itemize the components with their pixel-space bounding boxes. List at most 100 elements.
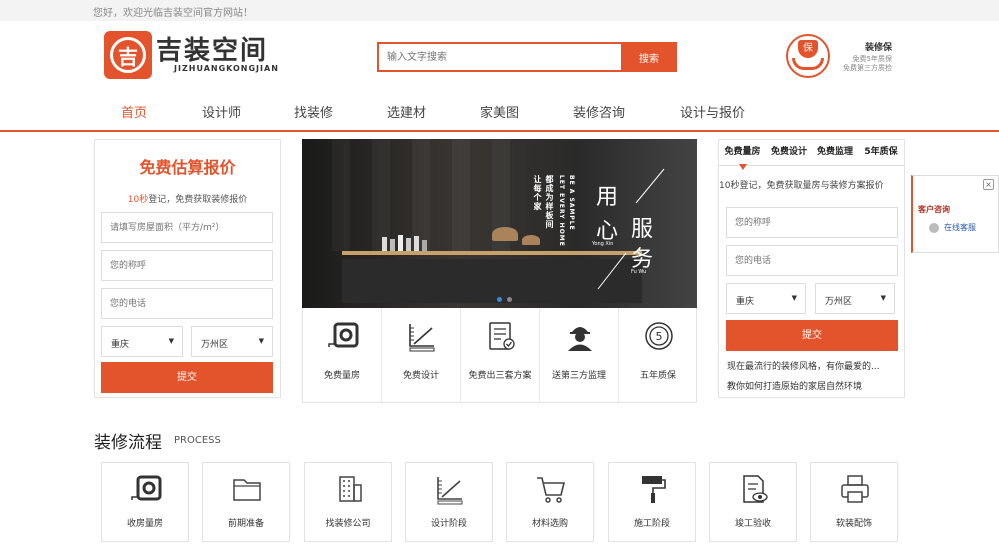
city-select[interactable]: 重庆 ▼ [726, 283, 806, 314]
tab-warranty[interactable]: 5年质保 [858, 140, 904, 165]
service-label: 送第三方监理 [551, 371, 606, 381]
process-step[interactable]: 找装修公司 [304, 462, 392, 542]
chat-icon [929, 223, 939, 233]
lamp-shade [522, 235, 540, 245]
carousel-dot[interactable] [507, 297, 512, 302]
active-tab-pointer [739, 164, 747, 170]
nav-find-decoration[interactable]: 找装修 [294, 102, 333, 121]
phone-input[interactable] [726, 245, 898, 276]
building-icon [339, 476, 362, 502]
customer-service-title: 客户咨询 [918, 205, 950, 214]
guarantee-icon: 保 [786, 34, 830, 78]
process-step[interactable]: 设计阶段 [405, 462, 493, 542]
process-step-label: 设计阶段 [430, 519, 467, 529]
logo-icon[interactable]: 吉 [104, 31, 152, 79]
wall-panel [372, 139, 390, 251]
process-step[interactable]: 竣工验收 [709, 462, 797, 542]
shield-icon: 保 [798, 40, 818, 58]
folder-icon [233, 479, 261, 501]
news-link[interactable]: 教你如何打造原始的家居自然环境 [727, 379, 902, 392]
process-step-label: 收房量房 [126, 519, 163, 529]
nav-designer[interactable]: 设计师 [202, 102, 241, 121]
city-value: 重庆 [736, 297, 755, 307]
book [382, 237, 387, 251]
measure-form-subtitle: 10秒登记，免费获取量房与装修方案报价 [719, 181, 884, 191]
district-select[interactable]: 万州区 ▼ [815, 283, 895, 314]
hero-banner[interactable]: 让每个家 都成为样板间 LET EVERY HOME BE A SAMPLE 用… [302, 139, 697, 308]
district-value: 万州区 [825, 297, 853, 307]
process-step-label: 材料选购 [531, 519, 568, 529]
city-value: 重庆 [111, 340, 130, 350]
measure-submit-button[interactable]: 提交 [726, 320, 898, 351]
service-five-year-warranty[interactable]: 5 五年质保 [619, 308, 698, 402]
top-bar: 您好，欢迎光临吉装空间官方网站！ [0, 0, 999, 21]
measure-form: 免费量房 免费设计 免费监理 5年质保 10秒登记，免费获取量房与装修方案报价 … [718, 139, 905, 398]
design-ruler-icon [409, 324, 435, 352]
city-select[interactable]: 重庆 ▼ [101, 326, 183, 357]
search-button[interactable]: 搜索 [621, 42, 677, 72]
search-input[interactable] [377, 42, 621, 72]
service-three-plans[interactable]: 免费出三套方案 [461, 308, 540, 402]
quote-form: 免费估算报价 10秒登记，免费获取装修报价 重庆 ▼ 万州区 ▼ 提交 [94, 139, 281, 398]
service-supervision[interactable]: 送第三方监理 [540, 308, 619, 402]
phone-input[interactable] [101, 288, 273, 319]
quote-form-title: 免费估算报价 [139, 158, 236, 177]
service-free-design[interactable]: 免费设计 [382, 308, 461, 402]
nav-gallery[interactable]: 家美图 [480, 102, 519, 121]
paint-roller-icon [642, 476, 666, 503]
tab-free-supervision[interactable]: 免费监理 [812, 140, 858, 165]
process-step-label: 前期准备 [227, 519, 264, 529]
tab-free-design[interactable]: 免费设计 [766, 140, 812, 165]
carousel-dot-active[interactable] [497, 297, 502, 302]
nav-consulting[interactable]: 装修咨询 [573, 102, 625, 121]
chevron-down-icon: ▼ [258, 337, 264, 345]
subtitle-highlight: 10秒 [127, 195, 149, 205]
online-service-label: 在线客服 [944, 223, 976, 232]
district-value: 万州区 [201, 340, 229, 350]
checklist-icon [489, 322, 515, 350]
service-label: 免费出三套方案 [468, 371, 532, 381]
service-label: 五年质保 [639, 371, 676, 381]
logo-name[interactable]: 吉装空间 [156, 30, 268, 67]
name-input[interactable] [101, 250, 273, 281]
printer-icon [841, 475, 869, 503]
process-step[interactable]: 施工阶段 [608, 462, 696, 542]
cart-icon [537, 477, 566, 503]
chevron-down-icon: ▼ [791, 294, 797, 302]
customer-service-panel: × 客户咨询 在线客服 [911, 175, 999, 253]
chevron-down-icon: ▼ [880, 294, 886, 302]
process-title: 装修流程 [94, 433, 162, 453]
logo-glyph: 吉 [118, 45, 138, 69]
book [398, 235, 403, 251]
banner-slogan-1: 让每个家 [533, 175, 542, 211]
process-step[interactable]: 前期准备 [202, 462, 290, 542]
guarantee-line-2: 免费第三方质检 [843, 64, 892, 72]
process-step[interactable]: 收房量房 [101, 462, 189, 542]
nav-materials[interactable]: 选建材 [387, 102, 426, 121]
design-ruler-icon [437, 477, 463, 505]
wall-panel [412, 139, 430, 251]
guarantee-title: 装修保 [864, 43, 892, 53]
service-free-measure[interactable]: 免费量房 [303, 308, 382, 402]
subtitle-rest: 登记，免费获取装修报价 [148, 195, 248, 205]
news-link[interactable]: 现在最流行的装修风格，有你最爱的... [727, 359, 902, 372]
area-input[interactable] [101, 212, 273, 243]
online-service-link[interactable]: 在线客服 [929, 222, 991, 236]
hands-icon [792, 58, 824, 70]
name-input[interactable] [726, 207, 898, 238]
process-step[interactable]: 软装配饰 [810, 462, 898, 542]
process-step-label: 施工阶段 [633, 519, 670, 529]
process-step[interactable]: 材料选购 [506, 462, 594, 542]
banner-slogan-2: 都成为样板间 [545, 175, 554, 229]
tab-free-measure[interactable]: 免费量房 [719, 140, 766, 165]
banner-slogan-en-2: BE A SAMPLE [568, 175, 575, 231]
nav-divider [0, 130, 999, 132]
quote-submit-button[interactable]: 提交 [101, 362, 273, 393]
book [414, 236, 419, 251]
district-select[interactable]: 万州区 ▼ [191, 326, 273, 357]
five-year-badge-icon: 5 [645, 322, 673, 350]
nav-design-quote[interactable]: 设计与报价 [680, 102, 745, 121]
close-icon[interactable]: × [983, 179, 994, 190]
services-strip: 免费量房 免费设计 免费出三套方案 送第三方监理 5 五年质保 [302, 308, 697, 403]
nav-home[interactable]: 首页 [121, 102, 147, 121]
